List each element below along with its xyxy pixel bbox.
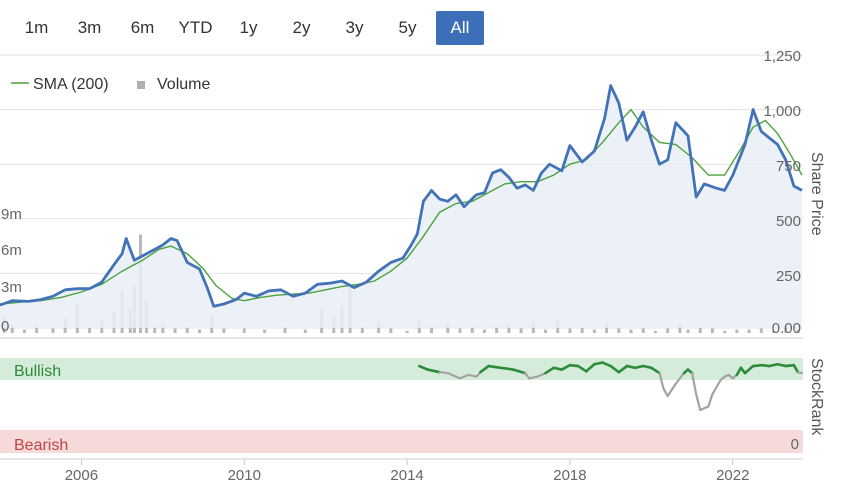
stockrank-axis-title: StockRank: [808, 358, 825, 436]
bearish-band: [0, 430, 803, 453]
volume-bar: [88, 327, 92, 333]
volume-bar: [360, 327, 364, 333]
volume-bar: [430, 327, 434, 333]
x-tick-label: 2006: [65, 467, 98, 483]
volume-bar: [283, 327, 287, 333]
volume-bar: [653, 330, 657, 333]
price-panel: 1,250 1,000 750 500 250 0.00 9m 6m 3m 0 …: [0, 48, 825, 339]
volume-bar: [592, 329, 596, 333]
x-tick-label: 2014: [390, 467, 423, 483]
volume-bar: [242, 328, 246, 333]
x-tick-label: 2022: [716, 467, 749, 483]
volume-tick: 6m: [1, 242, 22, 259]
volume-tick: 9m: [1, 206, 22, 223]
stockrank-segment: [699, 405, 710, 412]
x-axis-ticks: 2006 2010 2014 2018 2022: [65, 459, 749, 483]
price-tick: 1,250: [763, 48, 801, 65]
volume-bar: [568, 328, 572, 333]
volume-legend-label: Volume: [157, 76, 210, 93]
volume-bar: [666, 328, 670, 333]
stockrank-panel: Bullish Bearish 0 StockRank: [0, 358, 825, 454]
volume-bar: [389, 328, 393, 333]
volume-bar: [458, 328, 462, 333]
price-tick: 0.00: [772, 320, 801, 337]
volume-bar: [222, 328, 226, 333]
volume-bar: [759, 328, 763, 333]
volume-bar: [197, 329, 201, 333]
price-tick: 500: [776, 213, 801, 230]
bullish-band: [0, 358, 803, 380]
x-tick-label: 2010: [228, 467, 261, 483]
volume-bar: [747, 329, 751, 333]
volume-bar: [641, 328, 645, 333]
sma-legend-label: SMA (200): [33, 76, 109, 93]
stockrank-segment: [796, 371, 804, 375]
volume-bar: [173, 328, 177, 333]
volume-bar: [482, 329, 486, 333]
volume-bar: [710, 328, 714, 333]
volume-bar: [544, 329, 548, 333]
volume-bar: [51, 328, 55, 333]
volume-bar: [629, 329, 633, 333]
volume-bar: [698, 327, 702, 333]
volume-bar: [617, 328, 621, 333]
bullish-label: Bullish: [14, 363, 61, 380]
volume-bar: [519, 328, 523, 333]
volume-bar: [735, 329, 739, 333]
stockrank-segment: [438, 371, 449, 375]
volume-tick: 3m: [1, 279, 22, 296]
stockrank-segment: [666, 382, 677, 398]
volume-bar: [22, 329, 26, 333]
stockrank-segment: [711, 379, 722, 396]
price-tick: 1,000: [763, 103, 801, 120]
price-axis-title: Share Price: [808, 152, 825, 236]
stockrank-segment: [487, 364, 503, 370]
x-tick-label: 2018: [553, 467, 586, 483]
volume-bar: [263, 329, 267, 333]
bearish-label: Bearish: [14, 437, 68, 454]
share-price-chart: 1,250 1,000 750 500 250 0.00 9m 6m 3m 0 …: [0, 48, 825, 483]
stockrank-tick: 0: [791, 436, 799, 453]
volume-bar: [405, 330, 409, 333]
volume-bar: [580, 327, 584, 333]
volume-bar: [185, 327, 189, 333]
volume-tick: 0: [1, 318, 9, 335]
stockrank-segment: [707, 393, 714, 408]
price-tick: 750: [776, 158, 801, 175]
volume-bar: [495, 327, 499, 333]
volume-legend-swatch: [137, 81, 145, 89]
stockrank-segment: [695, 393, 702, 412]
volume-bar: [303, 329, 307, 333]
volume-bar: [723, 330, 727, 333]
price-tick: 250: [776, 268, 801, 285]
volume-bar: [686, 329, 690, 333]
stockrank-segment: [499, 366, 515, 371]
